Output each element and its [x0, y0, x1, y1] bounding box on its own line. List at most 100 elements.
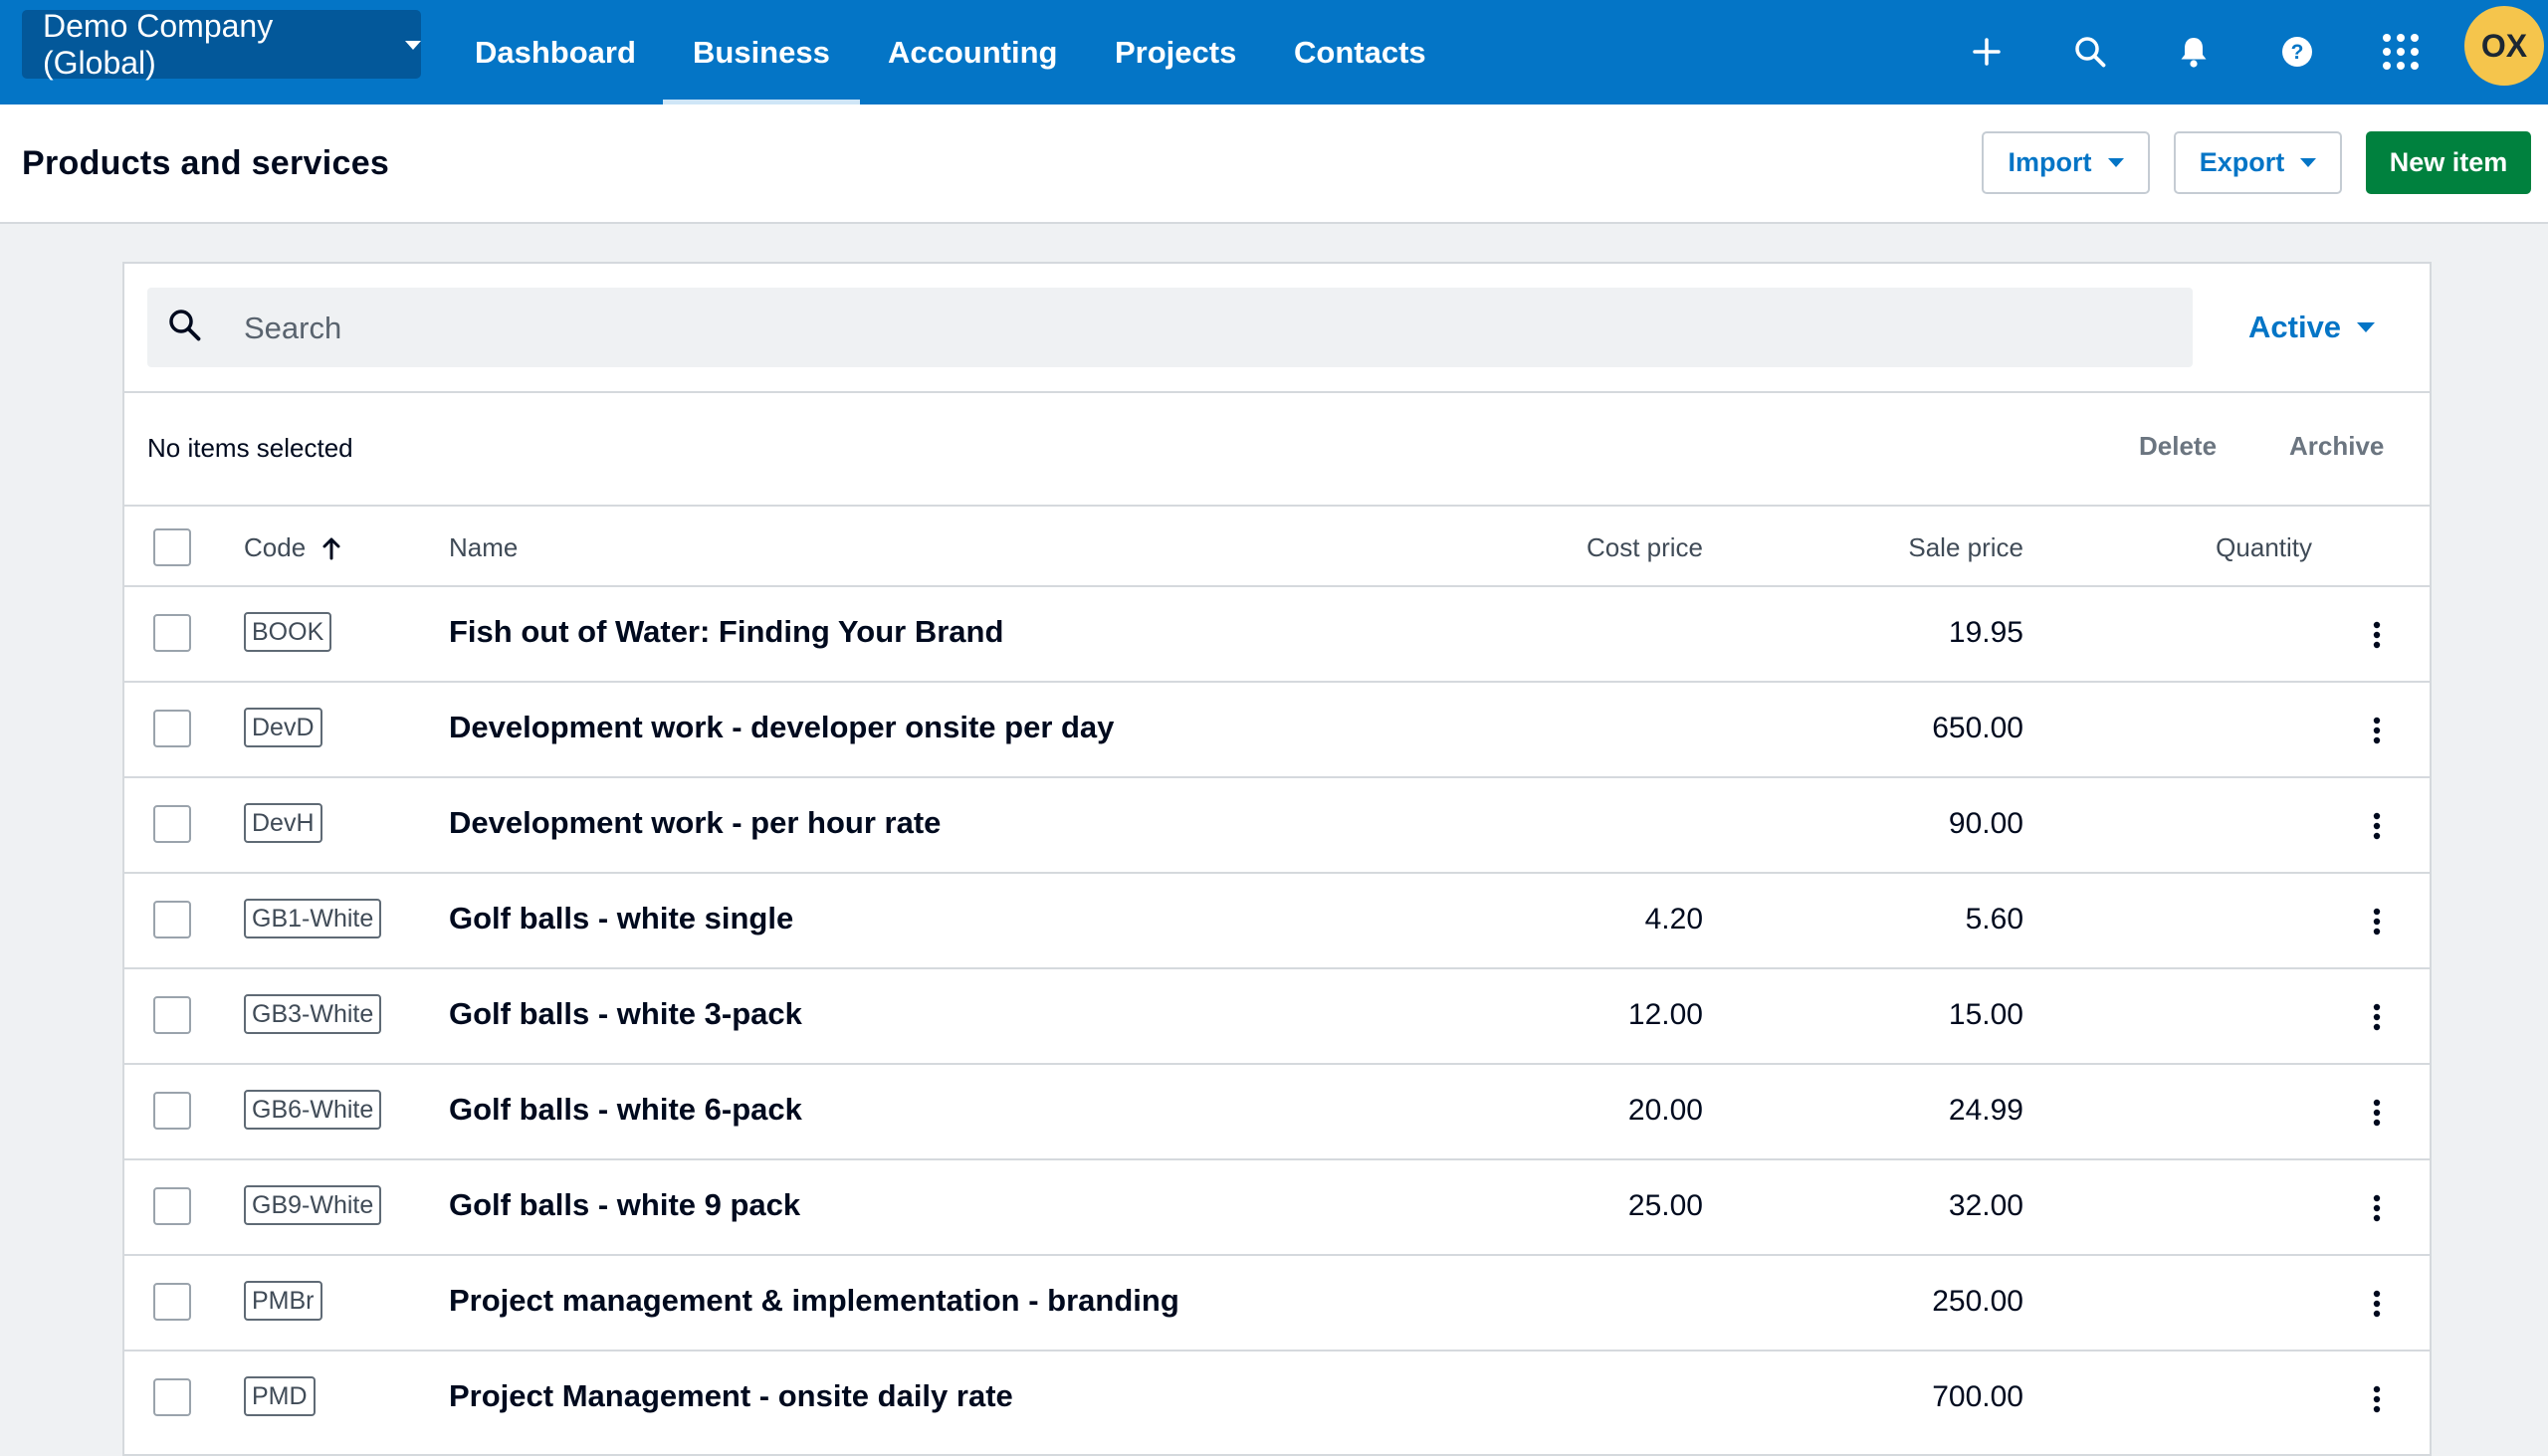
item-name[interactable]: Fish out of Water: Finding Your Brand	[449, 614, 1003, 650]
page-title: Products and services	[22, 144, 390, 182]
column-header-name[interactable]: Name	[449, 532, 518, 563]
item-name[interactable]: Development work - developer onsite per …	[449, 710, 1114, 745]
item-sale-price: 19.95	[1948, 616, 2023, 649]
more-options-icon[interactable]	[2359, 1284, 2395, 1324]
selection-status: No items selected	[147, 433, 353, 463]
table-row[interactable]: PMD Project Management - onsite daily rat…	[124, 1350, 2430, 1445]
export-button[interactable]: Export	[2174, 131, 2342, 194]
nav-accounting[interactable]: Accounting	[888, 0, 1058, 104]
item-code-tag: GB6-White	[244, 1090, 382, 1130]
row-checkbox[interactable]	[153, 996, 191, 1034]
top-navigation-bar: Demo Company (Global) Dashboard Business…	[0, 0, 2548, 104]
delete-button[interactable]: Delete	[2139, 431, 2217, 462]
select-all-checkbox[interactable]	[153, 528, 191, 566]
row-checkbox[interactable]	[153, 901, 191, 938]
row-checkbox[interactable]	[153, 710, 191, 747]
item-sale-price: 24.99	[1948, 1094, 2023, 1127]
plus-icon[interactable]	[1957, 22, 2017, 82]
item-name[interactable]: Golf balls - white 6-pack	[449, 1092, 802, 1128]
item-sale-price: 32.00	[1948, 1189, 2023, 1222]
item-code-tag: BOOK	[244, 612, 332, 652]
table-row[interactable]: GB3-White Golf balls - white 3-pack 12.00 1…	[124, 967, 2430, 1063]
column-header-code[interactable]: Code	[244, 532, 341, 563]
sort-ascending-icon	[322, 537, 340, 559]
table-row[interactable]: GB1-White Golf balls - white single 4.20 5.…	[124, 872, 2430, 967]
item-sale-price: 90.00	[1948, 807, 2023, 840]
table-row[interactable]: BOOK Fish out of Water: Finding Your Bran…	[124, 585, 2430, 681]
item-sale-price: 15.00	[1948, 998, 2023, 1031]
products-panel: Active No items selected Delete Archive …	[122, 262, 2432, 1456]
nav-business[interactable]: Business	[663, 0, 860, 104]
item-name[interactable]: Golf balls - white single	[449, 901, 793, 936]
table-row[interactable]: DevH Development work - per hour rate 90.0…	[124, 776, 2430, 872]
row-checkbox[interactable]	[153, 1187, 191, 1225]
more-options-icon[interactable]	[2359, 806, 2395, 846]
divider	[124, 505, 2430, 507]
item-code-tag: DevD	[244, 708, 322, 747]
search-input[interactable]	[242, 288, 2137, 369]
row-checkbox[interactable]	[153, 1378, 191, 1416]
item-name[interactable]: Project management & implementation - br…	[449, 1283, 1179, 1319]
item-sale-price: 650.00	[1932, 712, 2023, 744]
item-code-tag: PMD	[244, 1376, 316, 1416]
table-row[interactable]: DevD Development work - developer onsite …	[124, 681, 2430, 776]
column-header-sale-price[interactable]: Sale price	[1908, 532, 2023, 563]
apps-grid-icon[interactable]	[2371, 22, 2431, 82]
status-filter-dropdown[interactable]: Active	[2248, 304, 2376, 351]
status-filter-label: Active	[2248, 310, 2342, 344]
item-sale-price: 5.60	[1965, 903, 2023, 936]
table-row[interactable]: PMBr Project management & implementation …	[124, 1254, 2430, 1350]
chevron-down-icon	[2300, 158, 2317, 167]
row-checkbox[interactable]	[153, 1092, 191, 1130]
row-checkbox[interactable]	[153, 614, 191, 652]
item-cost-price: 12.00	[1627, 998, 1703, 1031]
more-options-icon[interactable]	[2359, 1093, 2395, 1133]
item-code-tag: GB1-White	[244, 899, 382, 938]
table-row[interactable]: GB6-White Golf balls - white 6-pack 20.00 2…	[124, 1063, 2430, 1158]
more-options-icon[interactable]	[2359, 902, 2395, 941]
more-options-icon[interactable]	[2359, 615, 2395, 655]
column-header-code-label: Code	[244, 532, 307, 562]
item-name[interactable]: Golf balls - white 3-pack	[449, 996, 802, 1032]
archive-button[interactable]: Archive	[2289, 431, 2384, 462]
nav-contacts[interactable]: Contacts	[1294, 0, 1426, 104]
column-header-cost-price[interactable]: Cost price	[1587, 532, 1703, 563]
item-name[interactable]: Development work - per hour rate	[449, 805, 941, 841]
organisation-switcher[interactable]: Demo Company (Global)	[22, 7, 421, 81]
item-cost-price: 20.00	[1627, 1094, 1703, 1127]
item-code-tag: GB9-White	[244, 1185, 382, 1225]
more-options-icon[interactable]	[2359, 997, 2395, 1037]
divider	[124, 391, 2430, 393]
more-options-icon[interactable]	[2359, 1188, 2395, 1228]
column-header-quantity[interactable]: Quantity	[2216, 532, 2312, 563]
search-bar	[147, 288, 2193, 369]
item-name[interactable]: Golf balls - white 9 pack	[449, 1187, 800, 1223]
chevron-down-icon	[2357, 322, 2376, 332]
chevron-down-icon	[2107, 158, 2124, 167]
item-code-tag: GB3-White	[244, 994, 382, 1034]
new-item-button[interactable]: New item	[2366, 131, 2531, 194]
item-cost-price: 25.00	[1627, 1189, 1703, 1222]
user-avatar[interactable]: OX	[2464, 6, 2544, 86]
row-checkbox[interactable]	[153, 1283, 191, 1321]
table-row[interactable]: GB9-White Golf balls - white 9 pack 25.00 3…	[124, 1158, 2430, 1254]
search-icon[interactable]	[2060, 22, 2120, 82]
page-header: Products and services Import Export New …	[0, 104, 2548, 224]
item-code-tag: PMBr	[244, 1281, 322, 1321]
more-options-icon[interactable]	[2359, 1379, 2395, 1419]
nav-projects[interactable]: Projects	[1115, 0, 1236, 104]
chevron-down-icon	[405, 41, 421, 50]
export-button-label: Export	[2199, 147, 2285, 177]
bell-icon[interactable]	[2164, 22, 2224, 82]
nav-dashboard[interactable]: Dashboard	[475, 0, 636, 104]
item-cost-price: 4.20	[1644, 903, 1703, 936]
item-sale-price: 700.00	[1932, 1380, 2023, 1413]
row-checkbox[interactable]	[153, 805, 191, 843]
import-button[interactable]: Import	[1982, 131, 2150, 194]
item-code-tag: DevH	[244, 803, 322, 843]
item-name[interactable]: Project Management - onsite daily rate	[449, 1378, 1013, 1414]
help-icon[interactable]: ?	[2267, 22, 2327, 82]
organisation-name: Demo Company (Global)	[43, 7, 274, 81]
more-options-icon[interactable]	[2359, 711, 2395, 750]
item-sale-price: 250.00	[1932, 1285, 2023, 1318]
